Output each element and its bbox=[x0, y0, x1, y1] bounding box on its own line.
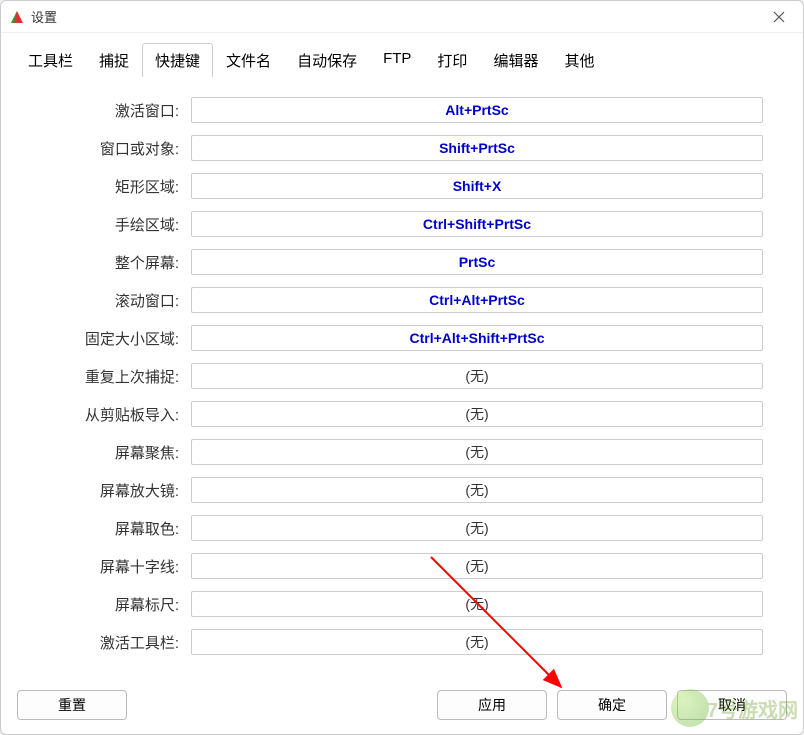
apply-button[interactable]: 应用 bbox=[437, 690, 547, 720]
shortcut-label: 屏幕标尺: bbox=[41, 594, 191, 615]
shortcut-input-scroll-window[interactable]: Ctrl+Alt+PrtSc bbox=[191, 287, 763, 313]
settings-window: 设置 工具栏 捕捉 快捷键 文件名 自动保存 FTP 打印 编辑器 其他 激活窗… bbox=[0, 0, 804, 735]
shortcut-row: 屏幕聚焦: (无) bbox=[41, 437, 763, 467]
tab-autosave[interactable]: 自动保存 bbox=[284, 43, 370, 77]
tab-ftp[interactable]: FTP bbox=[370, 43, 424, 77]
shortcut-input-screen-focus[interactable]: (无) bbox=[191, 439, 763, 465]
shortcut-input-full-screen[interactable]: PrtSc bbox=[191, 249, 763, 275]
shortcut-row: 手绘区域: Ctrl+Shift+PrtSc bbox=[41, 209, 763, 239]
shortcut-input-fixed-region[interactable]: Ctrl+Alt+Shift+PrtSc bbox=[191, 325, 763, 351]
shortcut-label: 从剪贴板导入: bbox=[41, 404, 191, 425]
shortcut-row: 窗口或对象: Shift+PrtSc bbox=[41, 133, 763, 163]
shortcut-row: 滚动窗口: Ctrl+Alt+PrtSc bbox=[41, 285, 763, 315]
shortcut-input-ruler[interactable]: (无) bbox=[191, 591, 763, 617]
shortcut-row: 矩形区域: Shift+X bbox=[41, 171, 763, 201]
tab-toolbar[interactable]: 工具栏 bbox=[15, 43, 86, 77]
button-bar: 重置 应用 确定 取消 bbox=[1, 682, 803, 734]
tab-capture[interactable]: 捕捉 bbox=[86, 43, 142, 77]
shortcut-row: 激活工具栏: (无) bbox=[41, 627, 763, 657]
shortcut-row: 屏幕十字线: (无) bbox=[41, 551, 763, 581]
shortcut-label: 屏幕十字线: bbox=[41, 556, 191, 577]
shortcut-label: 窗口或对象: bbox=[41, 138, 191, 159]
cancel-button[interactable]: 取消 bbox=[677, 690, 787, 720]
shortcut-input-repeat-last[interactable]: (无) bbox=[191, 363, 763, 389]
shortcut-label: 手绘区域: bbox=[41, 214, 191, 235]
window-title: 设置 bbox=[31, 7, 763, 26]
shortcut-label: 屏幕取色: bbox=[41, 518, 191, 539]
shortcut-input-magnifier[interactable]: (无) bbox=[191, 477, 763, 503]
tab-hotkeys[interactable]: 快捷键 bbox=[142, 43, 213, 77]
close-icon bbox=[773, 11, 785, 23]
tab-other[interactable]: 其他 bbox=[551, 43, 607, 77]
shortcut-label: 固定大小区域: bbox=[41, 328, 191, 349]
content-panel: 激活窗口: Alt+PrtSc 窗口或对象: Shift+PrtSc 矩形区域:… bbox=[1, 77, 803, 682]
shortcut-input-clipboard-import[interactable]: (无) bbox=[191, 401, 763, 427]
shortcut-label: 屏幕放大镜: bbox=[41, 480, 191, 501]
tab-filename[interactable]: 文件名 bbox=[213, 43, 284, 77]
shortcut-label: 滚动窗口: bbox=[41, 290, 191, 311]
shortcut-input-color-picker[interactable]: (无) bbox=[191, 515, 763, 541]
ok-button[interactable]: 确定 bbox=[557, 690, 667, 720]
tab-print[interactable]: 打印 bbox=[424, 43, 480, 77]
shortcut-row: 屏幕取色: (无) bbox=[41, 513, 763, 543]
shortcut-label: 整个屏幕: bbox=[41, 252, 191, 273]
app-icon bbox=[9, 9, 25, 25]
shortcut-input-active-window[interactable]: Alt+PrtSc bbox=[191, 97, 763, 123]
shortcut-label: 激活工具栏: bbox=[41, 632, 191, 653]
tab-bar: 工具栏 捕捉 快捷键 文件名 自动保存 FTP 打印 编辑器 其他 bbox=[1, 33, 803, 77]
shortcut-row: 屏幕标尺: (无) bbox=[41, 589, 763, 619]
tab-editor[interactable]: 编辑器 bbox=[480, 43, 551, 77]
shortcut-row: 激活窗口: Alt+PrtSc bbox=[41, 95, 763, 125]
reset-button[interactable]: 重置 bbox=[17, 690, 127, 720]
shortcut-row: 整个屏幕: PrtSc bbox=[41, 247, 763, 277]
shortcut-label: 重复上次捕捉: bbox=[41, 366, 191, 387]
shortcut-row: 重复上次捕捉: (无) bbox=[41, 361, 763, 391]
shortcut-input-rect-region[interactable]: Shift+X bbox=[191, 173, 763, 199]
shortcut-label: 矩形区域: bbox=[41, 176, 191, 197]
shortcut-input-crosshair[interactable]: (无) bbox=[191, 553, 763, 579]
shortcut-row: 屏幕放大镜: (无) bbox=[41, 475, 763, 505]
shortcut-label: 激活窗口: bbox=[41, 100, 191, 121]
shortcut-row: 固定大小区域: Ctrl+Alt+Shift+PrtSc bbox=[41, 323, 763, 353]
titlebar: 设置 bbox=[1, 1, 803, 33]
shortcut-input-window-object[interactable]: Shift+PrtSc bbox=[191, 135, 763, 161]
close-button[interactable] bbox=[763, 3, 795, 31]
shortcut-input-freehand[interactable]: Ctrl+Shift+PrtSc bbox=[191, 211, 763, 237]
shortcut-label: 屏幕聚焦: bbox=[41, 442, 191, 463]
shortcut-input-activate-toolbar[interactable]: (无) bbox=[191, 629, 763, 655]
shortcut-row: 从剪贴板导入: (无) bbox=[41, 399, 763, 429]
